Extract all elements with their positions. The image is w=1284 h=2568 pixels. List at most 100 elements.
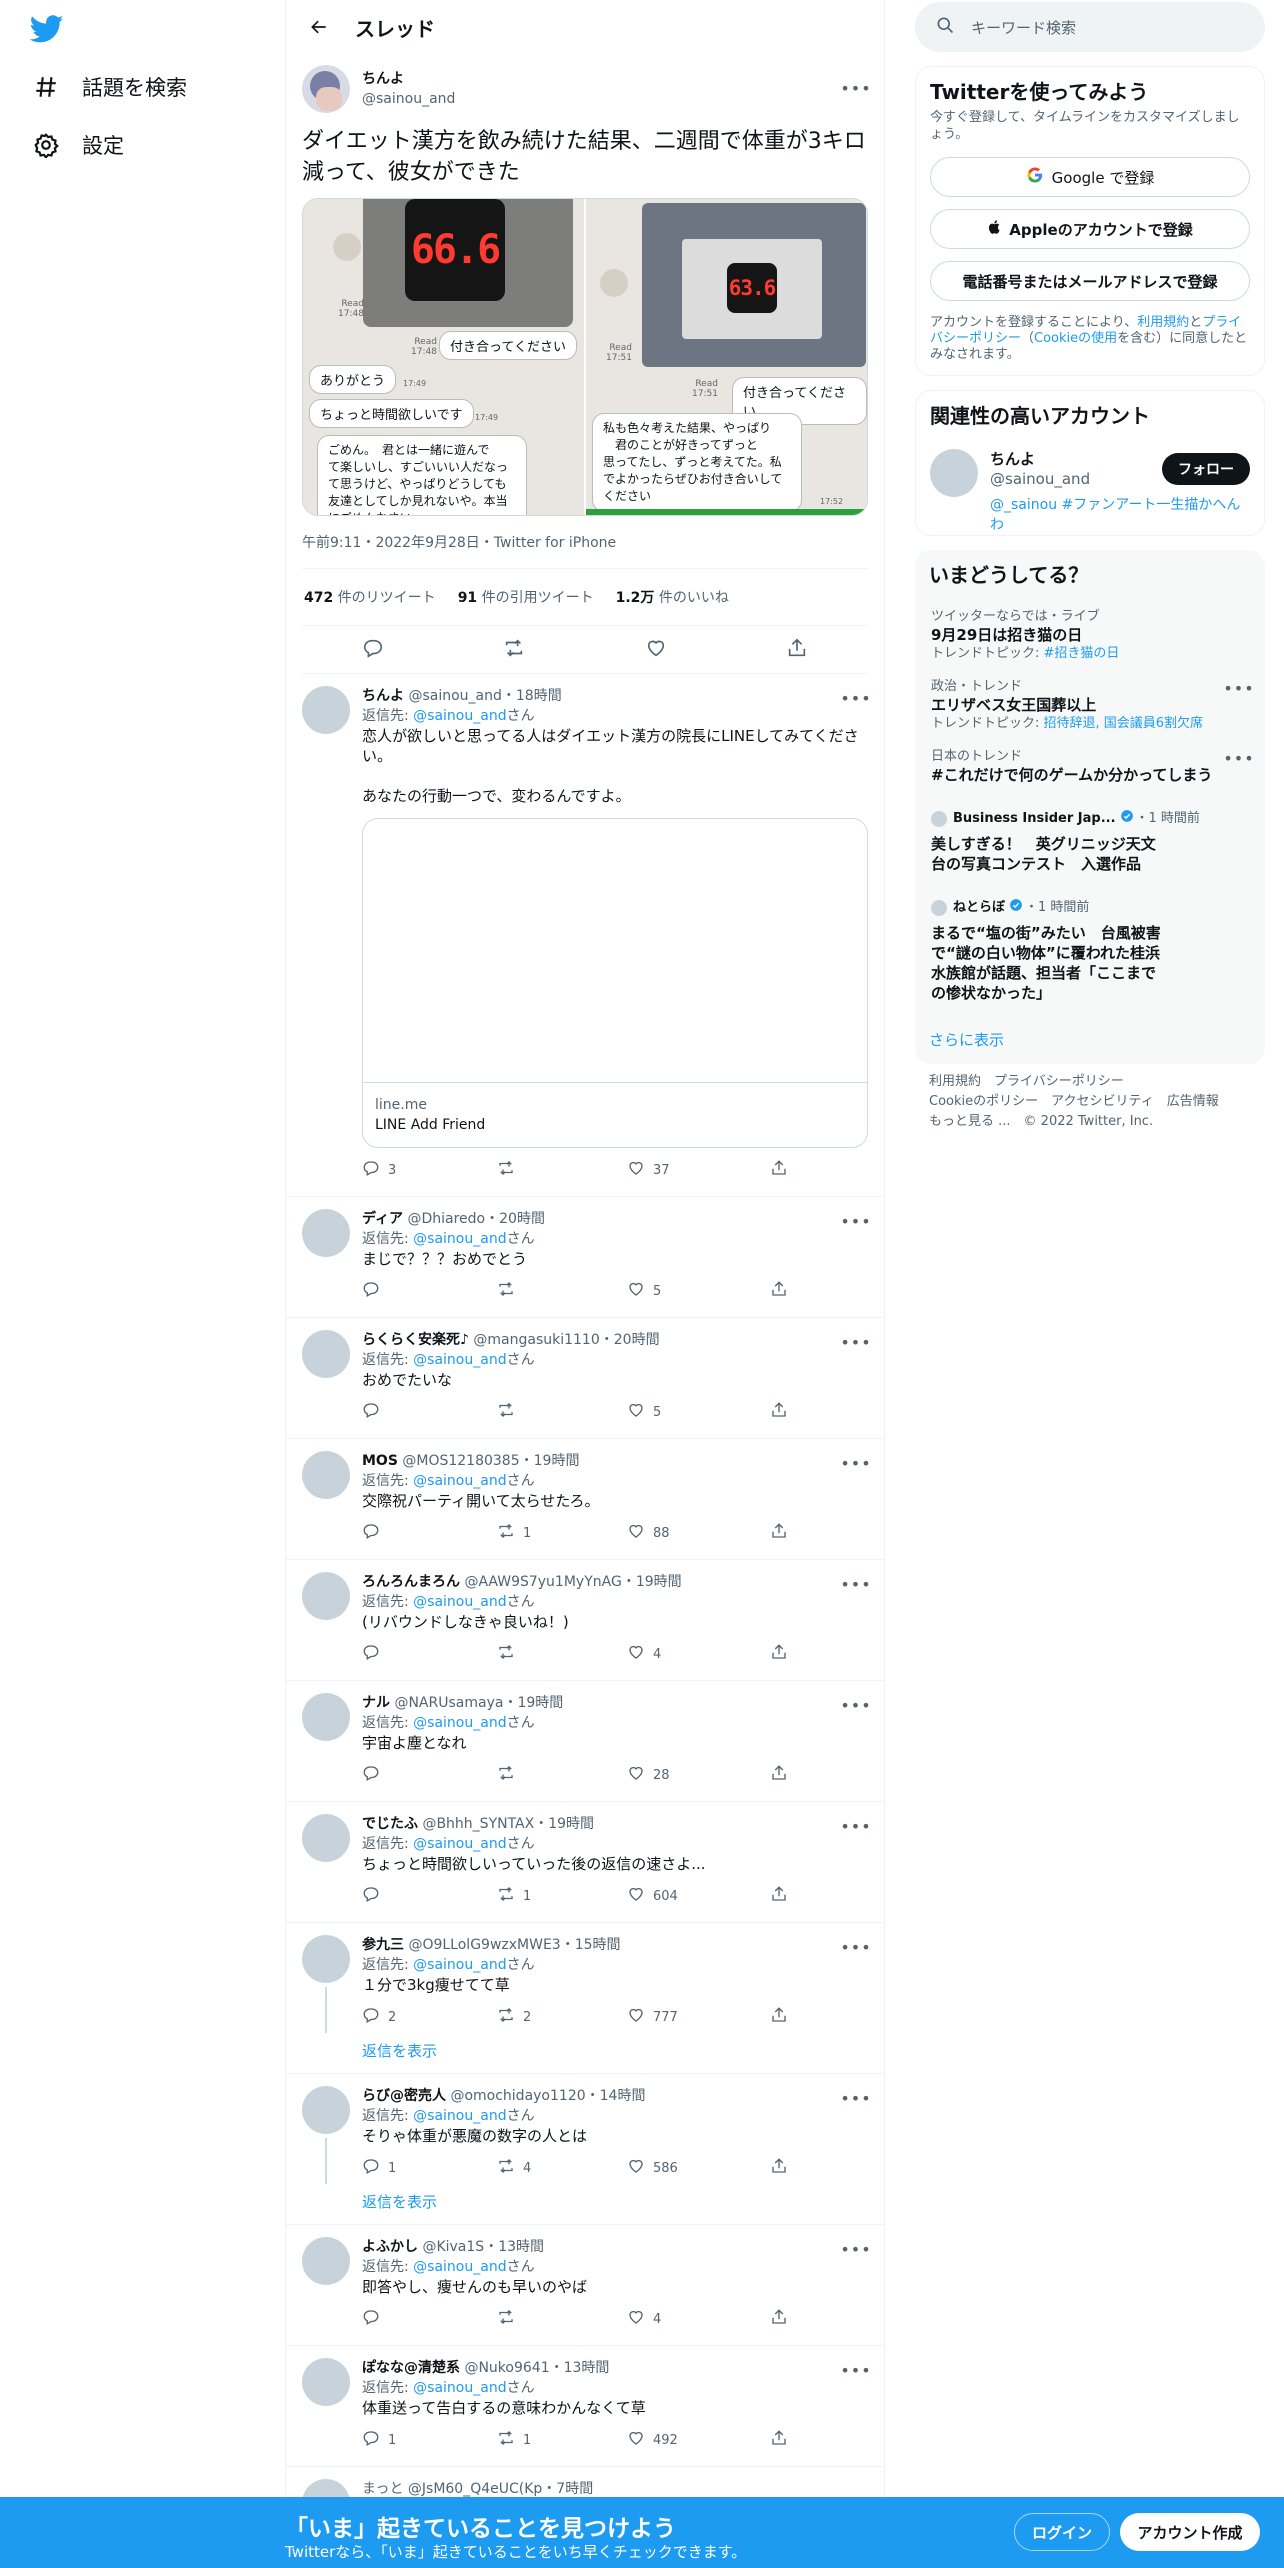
- like-icon[interactable]: [645, 637, 667, 663]
- reply-to-link[interactable]: @sainou_and: [413, 708, 506, 724]
- more-icon[interactable]: •••: [840, 1816, 870, 1836]
- more-icon[interactable]: •••: [840, 2088, 870, 2108]
- retweet-button[interactable]: [497, 2308, 523, 2330]
- avatar[interactable]: [302, 1572, 350, 1620]
- like-button[interactable]: 5: [627, 1401, 661, 1423]
- share-button[interactable]: [770, 1280, 788, 1302]
- avatar[interactable]: [930, 449, 978, 497]
- like-button[interactable]: 492: [627, 2429, 678, 2451]
- retweet-icon[interactable]: [503, 637, 525, 663]
- avatar[interactable]: [302, 2358, 350, 2406]
- nav-settings[interactable]: 設定: [30, 120, 124, 170]
- retweet-button[interactable]: [497, 1159, 523, 1181]
- google-signup-button[interactable]: Google で登録: [930, 157, 1250, 197]
- reply-time[interactable]: 13時間: [564, 2360, 610, 2376]
- likes-stat[interactable]: 1.2万 件のいいね: [616, 587, 729, 607]
- reply-to-link[interactable]: @sainou_and: [413, 1836, 506, 1852]
- more-icon[interactable]: •••: [840, 1211, 870, 1231]
- reply-tweet[interactable]: ••• MOS @MOS12180385・19時間 返信先: @sainou_and…: [286, 1439, 884, 1560]
- reply-button[interactable]: [362, 1522, 388, 1544]
- reply-handle[interactable]: @Nuko9641: [464, 2360, 549, 2376]
- reply-tweet[interactable]: ••• らび@密売人 @omochidayo1120・14時間 返信先: @sain…: [286, 2074, 884, 2225]
- retweets-stat[interactable]: 472 件のリツイート: [304, 587, 436, 607]
- reply-icon[interactable]: [362, 637, 384, 663]
- reply-handle[interactable]: @mangasuki1110: [473, 1332, 599, 1348]
- like-button[interactable]: 4: [627, 1643, 661, 1665]
- footer-cookie[interactable]: Cookieのポリシー: [929, 1094, 1038, 1109]
- like-button[interactable]: 28: [627, 1764, 670, 1786]
- reply-button[interactable]: [362, 2308, 388, 2330]
- show-replies-link[interactable]: 返信を表示: [362, 2039, 868, 2063]
- reply-author-name[interactable]: ろんろんまろん: [362, 1574, 460, 1590]
- retweet-button[interactable]: 2: [497, 2006, 531, 2028]
- reply-to-link[interactable]: @sainou_and: [413, 1473, 506, 1489]
- reply-handle[interactable]: @NARUsamaya: [394, 1695, 503, 1711]
- retweet-button[interactable]: 1: [497, 1522, 531, 1544]
- reply-handle[interactable]: @AAW9S7yu1MyYnAG: [464, 1574, 621, 1590]
- reply-time[interactable]: 19時間: [636, 1574, 682, 1590]
- reply-button[interactable]: 3: [362, 1159, 396, 1181]
- retweet-button[interactable]: 1: [497, 1885, 531, 1907]
- reply-author-name[interactable]: ディア: [362, 1211, 403, 1227]
- author-name[interactable]: ちんよ: [362, 69, 455, 89]
- reply-to-link[interactable]: @sainou_and: [413, 1715, 506, 1731]
- footer-ads[interactable]: 広告情報: [1167, 1094, 1219, 1109]
- retweet-button[interactable]: [497, 1280, 523, 1302]
- footer-more[interactable]: もっと見る ...: [929, 1114, 1011, 1129]
- reply-tweet[interactable]: ••• ナル @NARUsamaya・19時間 返信先: @sainou_andさん…: [286, 1681, 884, 1802]
- reply-handle[interactable]: @Bhhh_SYNTAX: [422, 1816, 534, 1832]
- follow-button[interactable]: フォロー: [1162, 453, 1250, 485]
- reply-tweet[interactable]: ••• ぽなな@清楚系 @Nuko9641・13時間 返信先: @sainou_an…: [286, 2346, 884, 2467]
- reply-to-link[interactable]: @sainou_and: [413, 1352, 506, 1368]
- reply-tweet[interactable]: ••• ちんよ @sainou_and・18時間 返信先: @sainou_andさ…: [286, 674, 884, 1197]
- reply-handle[interactable]: @MOS12180385: [402, 1453, 519, 1469]
- reply-time[interactable]: 18時間: [516, 688, 562, 704]
- like-button[interactable]: 4: [627, 2308, 661, 2330]
- avatar[interactable]: [302, 1209, 350, 1257]
- link-card[interactable]: line.me LINE Add Friend: [362, 818, 868, 1148]
- retweet-button[interactable]: [497, 1643, 523, 1665]
- like-button[interactable]: 5: [627, 1280, 661, 1302]
- reply-to-link[interactable]: @sainou_and: [413, 1231, 506, 1247]
- reply-author-name[interactable]: 参九三: [362, 1937, 404, 1953]
- reply-button[interactable]: [362, 1885, 388, 1907]
- reply-to-link[interactable]: @sainou_and: [413, 2380, 506, 2396]
- reply-author-name[interactable]: ちんよ: [362, 688, 404, 704]
- avatar[interactable]: [302, 2086, 350, 2134]
- like-button[interactable]: 604: [627, 1885, 678, 1907]
- relevant-handle[interactable]: @sainou_and: [990, 469, 1090, 489]
- reply-tweet[interactable]: ••• でじたふ @Bhhh_SYNTAX・19時間 返信先: @sainou_an…: [286, 1802, 884, 1923]
- retweet-button[interactable]: [497, 1764, 523, 1786]
- reply-author-name[interactable]: でじたふ: [362, 1816, 418, 1832]
- more-icon[interactable]: •••: [840, 2239, 870, 2259]
- apple-signup-button[interactable]: Appleのアカウントで登録: [930, 209, 1250, 249]
- relevant-bio[interactable]: @_sainou #ファンアート一生描かへんわ: [990, 495, 1252, 535]
- reply-tweet[interactable]: ••• よふかし @Kiva1S・13時間 返信先: @sainou_andさん 即答…: [286, 2225, 884, 2346]
- media-image-2[interactable]: 63.6 Read 17:51 Read 17:51 付き合ってください 私も色…: [584, 199, 867, 515]
- more-icon[interactable]: •••: [840, 78, 870, 98]
- share-button[interactable]: [770, 1522, 788, 1544]
- more-icon[interactable]: •••: [1223, 678, 1253, 698]
- relevant-name[interactable]: ちんよ: [990, 449, 1090, 469]
- reply-author-name[interactable]: らくらく安楽死♪: [362, 1332, 469, 1348]
- trend-item[interactable]: 日本のトレンド #これだけで何のゲームか分かってしまう •••: [929, 740, 1254, 793]
- reply-time[interactable]: 19時間: [534, 1453, 580, 1469]
- avatar[interactable]: [302, 1935, 350, 1983]
- reply-handle[interactable]: @Dhiaredo: [407, 1211, 485, 1227]
- like-button[interactable]: 88: [627, 1522, 670, 1544]
- like-button[interactable]: 586: [627, 2157, 678, 2179]
- avatar[interactable]: [302, 1451, 350, 1499]
- nav-explore[interactable]: 話題を検索: [30, 62, 187, 112]
- more-icon[interactable]: •••: [840, 688, 870, 708]
- retweet-button[interactable]: [497, 1401, 523, 1423]
- tweet-meta[interactable]: 午前9:11・2022年9月28日・Twitter for iPhone: [302, 516, 868, 569]
- retweet-button[interactable]: 1: [497, 2429, 531, 2451]
- avatar[interactable]: [302, 1693, 350, 1741]
- trend-item[interactable]: ツイッターならでは・ライブ 9月29日は招き猫の日 トレンドトピック: #招き猫の日: [929, 600, 1251, 670]
- more-icon[interactable]: •••: [840, 1937, 870, 1957]
- show-more-link[interactable]: さらに表示: [929, 1029, 1251, 1050]
- reply-author-name[interactable]: らび@密売人: [362, 2088, 446, 2104]
- reply-to-link[interactable]: @sainou_and: [413, 2108, 506, 2124]
- footer-terms[interactable]: 利用規約: [929, 1074, 981, 1089]
- more-icon[interactable]: •••: [840, 1332, 870, 1352]
